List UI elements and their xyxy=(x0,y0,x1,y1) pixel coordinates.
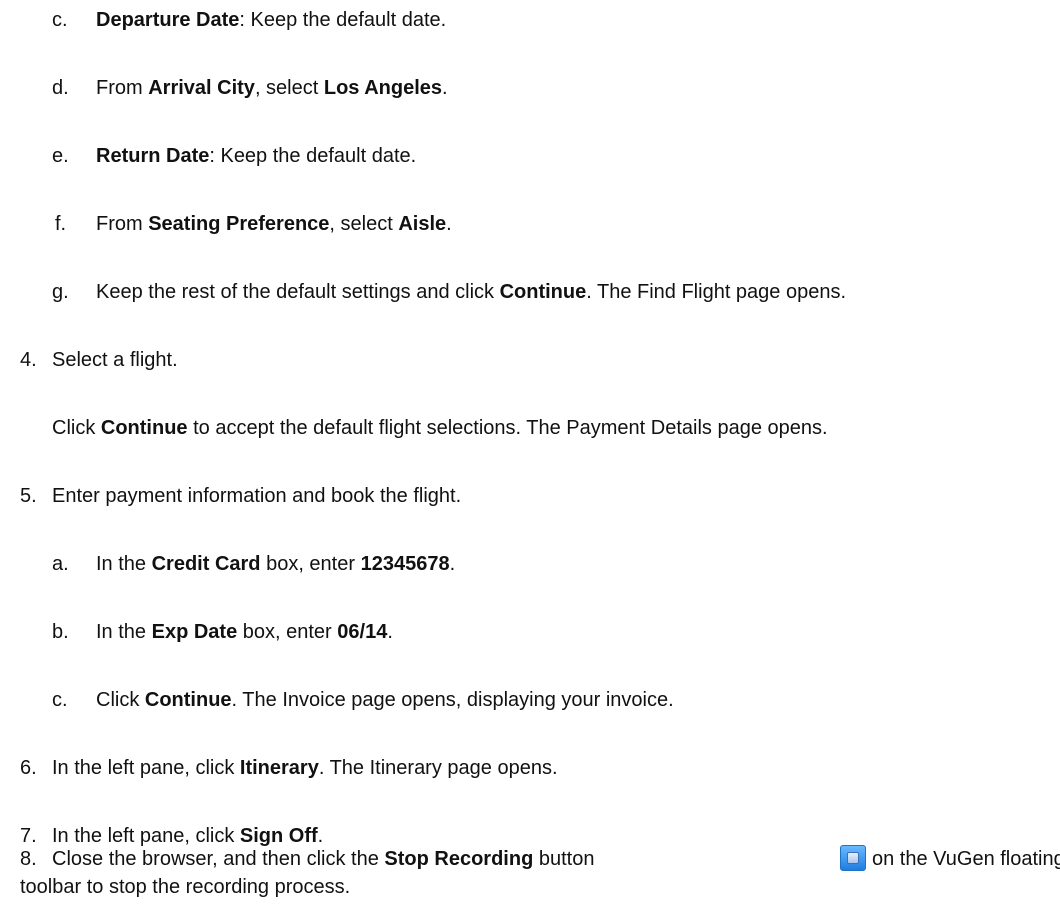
text-segment: : Keep the default date. xyxy=(209,145,417,167)
step-label: e. xyxy=(52,145,69,167)
step-text: From Arrival City, select Los Angeles. xyxy=(96,76,448,100)
bold-term: Stop Recording xyxy=(384,848,534,870)
text-segment: box, enter xyxy=(237,621,338,643)
text-segment: button xyxy=(533,848,595,870)
step-text: on the VuGen floating xyxy=(872,847,1060,871)
text-segment: . xyxy=(449,553,456,575)
step-text: toolbar to stop the recording process. xyxy=(20,875,350,899)
step-text: Departure Date: Keep the default date. xyxy=(96,8,446,32)
bold-term: Arrival City xyxy=(148,77,255,99)
text-segment: Enter payment information and book the f… xyxy=(52,485,462,507)
step-text: Return Date: Keep the default date. xyxy=(96,144,416,168)
text-segment: box, enter xyxy=(260,553,361,575)
text-segment: . xyxy=(446,213,452,235)
bold-term: Return Date xyxy=(96,145,210,167)
step-text: Enter payment information and book the f… xyxy=(52,484,461,508)
bold-term: Continue xyxy=(100,417,188,439)
text-segment: . xyxy=(317,825,324,847)
bold-term: Continue xyxy=(144,689,232,711)
text-segment: , select xyxy=(329,213,399,235)
step-text: In the Credit Card box, enter 12345678. xyxy=(96,552,455,576)
text-segment: . The Itinerary page opens. xyxy=(318,757,558,779)
text-segment: In the xyxy=(96,553,152,575)
text-segment: In the left pane, click xyxy=(52,757,240,779)
text-segment: . xyxy=(387,621,393,643)
bold-term: Los Angeles xyxy=(323,77,443,99)
bold-term: Continue xyxy=(499,281,587,303)
stop-recording-icon xyxy=(840,845,866,871)
bold-term: 06/14 xyxy=(337,621,388,643)
step-text: Click Continue. The Invoice page opens, … xyxy=(96,688,674,712)
step-text: Click Continue to accept the default fli… xyxy=(52,416,828,440)
text-segment: . The Find Flight page opens. xyxy=(586,281,847,303)
step-label: 6. xyxy=(20,757,37,779)
step-label: f. xyxy=(55,213,67,235)
bold-term: Aisle xyxy=(398,213,447,235)
step-label: c. xyxy=(52,689,68,711)
step-label: 8. xyxy=(20,848,37,870)
text-segment: From xyxy=(96,213,149,235)
text-segment: on the VuGen floating xyxy=(872,848,1060,870)
bold-term: Seating Preference xyxy=(148,213,330,235)
text-segment: to accept the default flight selections.… xyxy=(187,417,828,439)
step-label: 5. xyxy=(20,485,37,507)
bold-term: Itinerary xyxy=(239,757,319,779)
text-segment: . The Invoice page opens, displaying you… xyxy=(231,689,674,711)
text-segment: Select a flight. xyxy=(52,349,178,371)
text-segment: In the xyxy=(96,621,152,643)
step-text: From Seating Preference, select Aisle. xyxy=(96,212,452,236)
step-label: b. xyxy=(52,621,69,643)
step-label: 4. xyxy=(20,349,37,371)
text-segment: From xyxy=(96,77,149,99)
step-text: Keep the rest of the default settings an… xyxy=(96,280,846,304)
step-text: In the left pane, click Itinerary. The I… xyxy=(52,756,558,780)
step-label: a. xyxy=(52,553,69,575)
step-text: In the Exp Date box, enter 06/14. xyxy=(96,620,393,644)
step-label: c. xyxy=(52,9,68,31)
text-segment: Click xyxy=(52,417,101,439)
text-segment: . xyxy=(442,77,448,99)
step-text: In the left pane, click Sign Off. xyxy=(52,824,323,848)
bold-term: 12345678 xyxy=(360,553,450,575)
step-label: 7. xyxy=(20,825,37,847)
text-segment: Close the browser, and then click the xyxy=(52,848,385,870)
step-label: g. xyxy=(52,281,69,303)
bold-term: Sign Off xyxy=(239,825,318,847)
text-segment: toolbar to stop the recording process. xyxy=(20,876,351,898)
step-text: Close the browser, and then click the St… xyxy=(52,847,594,871)
bold-term: Departure Date xyxy=(96,9,240,31)
step-text: Select a flight. xyxy=(52,348,178,372)
bold-term: Credit Card xyxy=(151,553,261,575)
text-segment: , select xyxy=(254,77,324,99)
text-segment: Keep the rest of the default settings an… xyxy=(96,281,500,303)
bold-term: Exp Date xyxy=(151,621,238,643)
step-label: d. xyxy=(52,77,69,99)
text-segment: Click xyxy=(96,689,145,711)
text-segment: In the left pane, click xyxy=(52,825,240,847)
text-segment: : Keep the default date. xyxy=(239,9,447,31)
